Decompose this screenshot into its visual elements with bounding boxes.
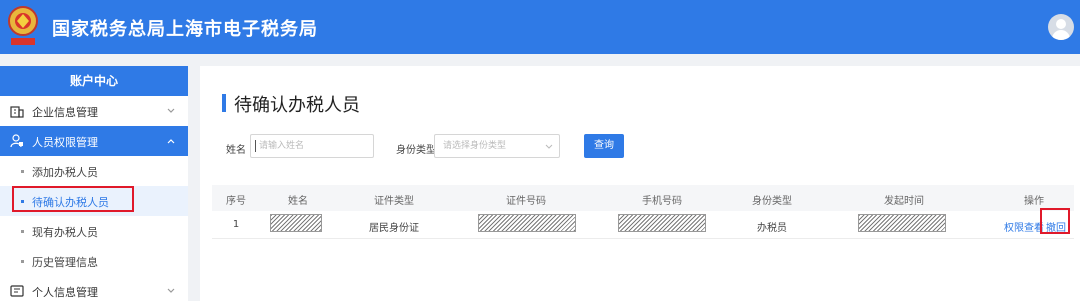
- text-caret: [255, 140, 256, 152]
- chevron-up-icon: [167, 139, 175, 144]
- cell-identity-type: 办税员: [757, 223, 787, 234]
- app-title: 国家税务总局上海市电子税务局: [52, 19, 318, 40]
- identity-type-filter-label: 身份类型: [396, 145, 436, 156]
- redacted-phone: [618, 214, 706, 232]
- bullet-dot: [21, 170, 24, 173]
- sidebar-subitem-add-staff[interactable]: 添加办税人员: [0, 156, 188, 186]
- sidebar-subitem-label: 添加办税人员: [32, 166, 98, 179]
- cell-id-type: 居民身份证: [369, 223, 419, 234]
- column-header: 手机号码: [642, 196, 682, 207]
- main-panel: 待确认办税人员 姓名 请输入姓名 身份类型 请选择身份类型 查询 序号 姓名 证…: [200, 66, 1080, 301]
- sidebar-item-personal-info[interactable]: 个人信息管理: [0, 276, 188, 301]
- sidebar: 账户中心 企业信息管理 人员权限管理 添加办税人员 待确认办税人员 现有办税人员…: [0, 66, 188, 301]
- chevron-down-icon: [545, 144, 553, 149]
- sidebar-title: 账户中心: [0, 66, 188, 96]
- sidebar-item-label: 企业信息管理: [32, 106, 98, 119]
- sidebar-subitem-label: 历史管理信息: [32, 256, 98, 269]
- query-button[interactable]: 查询: [584, 134, 624, 158]
- page-title: 待确认办税人员: [234, 95, 360, 116]
- column-header: 序号: [226, 196, 246, 207]
- redacted-name: [270, 214, 322, 232]
- sidebar-item-label: 个人信息管理: [32, 286, 98, 299]
- identity-type-select[interactable]: 请选择身份类型: [434, 134, 560, 158]
- chevron-down-icon: [167, 288, 175, 293]
- sidebar-subitem-label: 现有办税人员: [32, 226, 98, 239]
- building-icon: [10, 106, 24, 118]
- sidebar-item-staff-permissions[interactable]: 人员权限管理: [0, 126, 188, 156]
- table-row: 1 居民身份证 办税员 权限查看 撤回: [212, 211, 1074, 239]
- view-permissions-link[interactable]: 权限查看: [1004, 219, 1044, 234]
- identity-type-placeholder: 请选择身份类型: [443, 141, 507, 151]
- highlight-box-selected-menu: [12, 186, 134, 212]
- name-input[interactable]: 请输入姓名: [250, 134, 374, 158]
- name-input-placeholder: 请输入姓名: [259, 141, 305, 151]
- column-header: 证件号码: [506, 196, 546, 207]
- redacted-start-time: [858, 214, 946, 232]
- title-accent-bar: [222, 94, 226, 112]
- highlight-box-withdraw: [1040, 208, 1070, 234]
- id-card-icon: [10, 285, 24, 297]
- top-header: 国家税务总局上海市电子税务局: [0, 0, 1080, 54]
- column-header: 身份类型: [752, 196, 792, 207]
- column-header: 姓名: [288, 196, 308, 207]
- redacted-id-number: [478, 214, 576, 232]
- sidebar-item-company-info[interactable]: 企业信息管理: [0, 96, 188, 126]
- name-filter-label: 姓名: [226, 145, 246, 156]
- column-header: 证件类型: [374, 196, 414, 207]
- sidebar-subitem-current-staff[interactable]: 现有办税人员: [0, 216, 188, 246]
- table-header: 序号 姓名 证件类型 证件号码 手机号码 身份类型 发起时间 操作: [212, 185, 1074, 211]
- chevron-down-icon: [167, 108, 175, 113]
- bullet-dot: [21, 260, 24, 263]
- sidebar-item-label: 人员权限管理: [32, 136, 98, 149]
- bullet-dot: [21, 230, 24, 233]
- tax-emblem-icon: [8, 6, 38, 45]
- cell-index: 1: [232, 219, 240, 230]
- user-lock-icon: [10, 134, 23, 148]
- column-header: 发起时间: [884, 196, 924, 207]
- user-avatar-icon[interactable]: [1048, 14, 1074, 40]
- sidebar-subitem-history[interactable]: 历史管理信息: [0, 246, 188, 276]
- column-header: 操作: [1024, 196, 1044, 207]
